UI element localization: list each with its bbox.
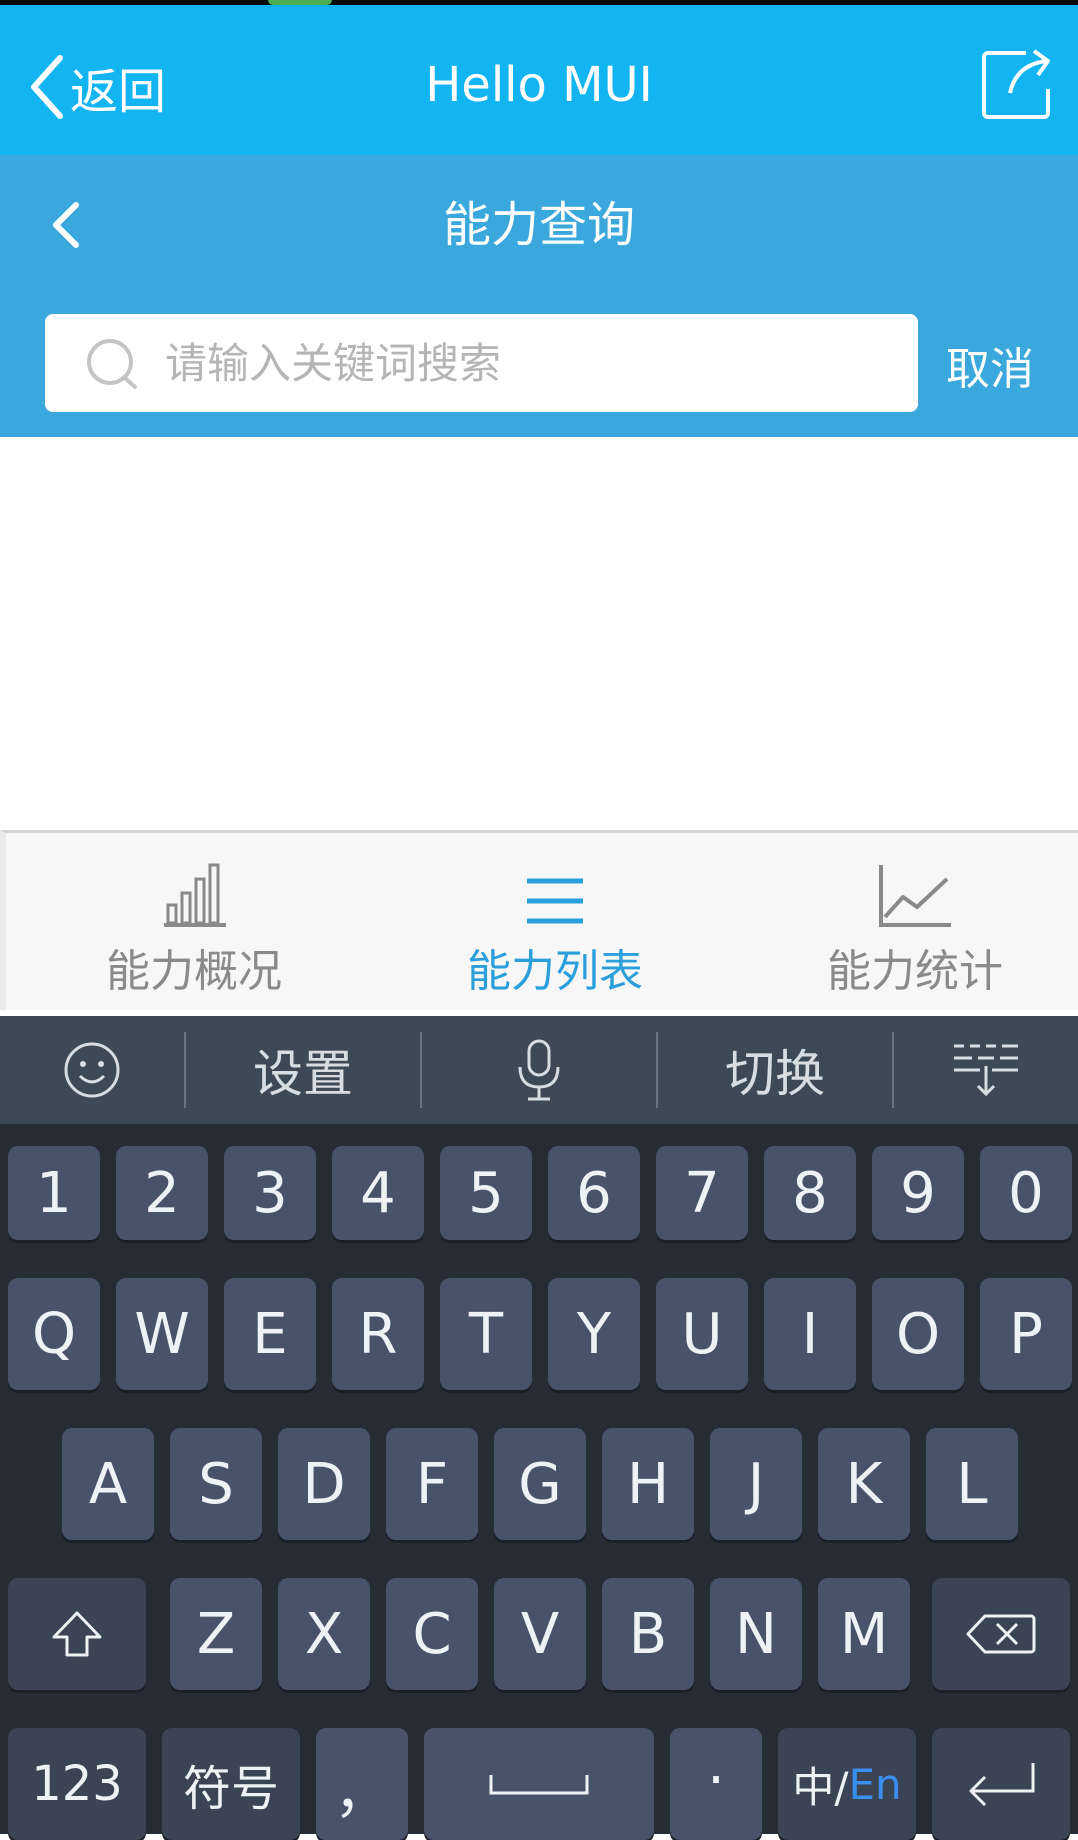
key-4[interactable]: 4 — [332, 1146, 424, 1240]
key-o[interactable]: O — [872, 1278, 964, 1390]
key-s[interactable]: S — [170, 1428, 262, 1540]
key-d[interactable]: D — [278, 1428, 370, 1540]
key-e[interactable]: E — [224, 1278, 316, 1390]
bar-chart-icon — [164, 863, 226, 927]
tab-ability-overview[interactable]: 能力概况 — [14, 833, 374, 1013]
key-9[interactable]: 9 — [872, 1146, 964, 1240]
key-g[interactable]: G — [494, 1428, 586, 1540]
key-3[interactable]: 3 — [224, 1146, 316, 1240]
keyboard-toolbar: 设置 切换 — [0, 1016, 1078, 1124]
search-box[interactable] — [45, 314, 918, 412]
cancel-button[interactable]: 取消 — [946, 333, 1034, 397]
key-5[interactable]: 5 — [440, 1146, 532, 1240]
app-title: Hello MUI — [425, 57, 653, 113]
key-n[interactable]: N — [710, 1578, 802, 1690]
key-h[interactable]: H — [602, 1428, 694, 1540]
key-u[interactable]: U — [656, 1278, 748, 1390]
lang-zh-label: 中/ — [792, 1762, 849, 1812]
backspace-key[interactable] — [932, 1578, 1070, 1690]
backspace-icon — [966, 1614, 1036, 1654]
key-1[interactable]: 1 — [8, 1146, 100, 1240]
language-switch-key[interactable]: 中/En — [778, 1728, 916, 1840]
key-p[interactable]: P — [980, 1278, 1072, 1390]
lang-en-label: En — [848, 1759, 902, 1809]
numbers-mode-label: 123 — [31, 1756, 123, 1812]
search-input[interactable] — [163, 337, 867, 389]
shift-icon — [52, 1611, 102, 1657]
results-area — [0, 437, 1078, 832]
tab-ability-list[interactable]: 能力列表 — [375, 833, 735, 1013]
key-j[interactable]: J — [710, 1428, 802, 1540]
emoji-button[interactable] — [0, 1016, 184, 1124]
keyboard-hide-icon — [954, 1044, 1018, 1097]
key-6[interactable]: 6 — [548, 1146, 640, 1240]
tab-ability-stats[interactable]: 能力统计 — [735, 833, 1078, 1013]
space-icon — [489, 1775, 589, 1795]
page-title: 能力查询 — [442, 197, 635, 253]
key-q[interactable]: Q — [8, 1278, 100, 1390]
hide-keyboard-button[interactable] — [894, 1016, 1078, 1124]
comma-key[interactable]: ， — [316, 1728, 408, 1840]
key-i[interactable]: I — [764, 1278, 856, 1390]
key-8[interactable]: 8 — [764, 1146, 856, 1240]
search-icon — [87, 339, 137, 389]
key-2[interactable]: 2 — [116, 1146, 208, 1240]
search-header: 能力查询 取消 — [0, 155, 1078, 437]
key-l[interactable]: L — [926, 1428, 1018, 1540]
key-t[interactable]: T — [440, 1278, 532, 1390]
key-c[interactable]: C — [386, 1578, 478, 1690]
top-nav-bar: 返回 Hello MUI — [0, 5, 1078, 155]
tab-label: 能力统计 — [827, 946, 1003, 997]
key-a[interactable]: A — [62, 1428, 154, 1540]
enter-key[interactable] — [932, 1728, 1070, 1840]
tab-bar: 能力概况 能力列表 能力统计 — [0, 830, 1078, 1010]
enter-icon — [969, 1763, 1035, 1807]
shift-key[interactable] — [8, 1578, 146, 1690]
share-icon[interactable] — [980, 43, 1058, 121]
key-7[interactable]: 7 — [656, 1146, 748, 1240]
symbols-key[interactable]: 符号 — [162, 1728, 300, 1840]
key-x[interactable]: X — [278, 1578, 370, 1690]
key-m[interactable]: M — [818, 1578, 910, 1690]
numbers-mode-key[interactable]: 123 — [8, 1728, 146, 1840]
key-v[interactable]: V — [494, 1578, 586, 1690]
tab-label: 能力列表 — [467, 946, 643, 997]
list-icon — [527, 878, 583, 924]
smiley-icon — [64, 1042, 120, 1098]
key-r[interactable]: R — [332, 1278, 424, 1390]
key-b[interactable]: B — [602, 1578, 694, 1690]
soft-keyboard: 设置 切换 1 2 3 4 5 6 7 8 9 0 Q W E R T Y U … — [0, 1016, 1078, 1840]
key-y[interactable]: Y — [548, 1278, 640, 1390]
key-w[interactable]: W — [116, 1278, 208, 1390]
symbols-label: 符号 — [182, 1761, 279, 1817]
key-f[interactable]: F — [386, 1428, 478, 1540]
settings-button[interactable]: 设置 — [186, 1016, 420, 1124]
key-k[interactable]: K — [818, 1428, 910, 1540]
tab-label: 能力概况 — [106, 946, 282, 997]
line-chart-icon — [879, 865, 951, 927]
key-z[interactable]: Z — [170, 1578, 262, 1690]
microphone-icon — [518, 1039, 560, 1101]
key-0[interactable]: 0 — [980, 1146, 1072, 1240]
voice-input-button[interactable] — [422, 1016, 656, 1124]
period-key[interactable]: · — [670, 1728, 762, 1840]
switch-button[interactable]: 切换 — [658, 1016, 892, 1124]
space-key[interactable] — [424, 1728, 654, 1840]
